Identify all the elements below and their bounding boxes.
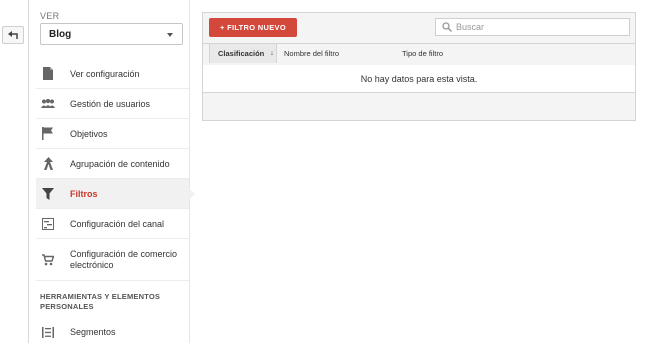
sort-arrow-icon: ↓ — [270, 50, 274, 57]
filter-icon — [41, 187, 55, 201]
back-arrow-icon — [7, 26, 19, 44]
channel-settings-icon — [41, 217, 55, 231]
nav-item-label: Objetivos — [70, 128, 108, 139]
column-header-label: Clasificación — [218, 49, 265, 58]
filters-panel: + FILTRO NUEVO Buscar Clasificación ↓ No… — [202, 12, 636, 121]
nav-item-label: Configuración de comercio electrónico — [70, 248, 178, 270]
view-selected-value: Blog — [49, 28, 72, 40]
nav-item-label: Ver configuración — [70, 68, 140, 79]
view-label: VER — [40, 11, 60, 21]
view-nav: Ver configuración Gestión de usuarios Ob… — [29, 59, 195, 281]
back-button[interactable] — [2, 26, 24, 44]
left-rail — [0, 0, 29, 343]
flag-icon — [41, 127, 55, 141]
nav-item-label: Filtros — [70, 188, 98, 199]
search-placeholder: Buscar — [456, 22, 485, 32]
column-header-label: Tipo de filtro — [402, 49, 443, 58]
chevron-down-icon — [167, 33, 173, 37]
nav-item-label: Gestión de usuarios — [70, 98, 151, 109]
nav-item-goals[interactable]: Objetivos — [36, 119, 189, 149]
users-icon — [41, 97, 55, 111]
section-heading: HERRAMIENTAS Y ELEMENTOS PERSONALES — [40, 292, 161, 311]
add-filter-button[interactable]: + FILTRO NUEVO — [209, 18, 297, 37]
column-header-filter-name[interactable]: Nombre del filtro — [284, 49, 339, 58]
segments-icon — [41, 325, 55, 339]
column-header-filter-type[interactable]: Tipo de filtro — [402, 49, 443, 58]
nav-item-ecommerce-settings[interactable]: Configuración de comercio electrónico — [36, 239, 189, 281]
cart-icon — [41, 253, 55, 267]
nav-item-content-grouping[interactable]: Agrupación de contenido — [36, 149, 189, 179]
document-icon — [41, 67, 55, 81]
column-header-label: Nombre del filtro — [284, 49, 340, 58]
empty-state-row: No hay datos para esta vista. — [203, 65, 635, 93]
column-header-ranking[interactable]: Clasificación ↓ — [209, 44, 277, 63]
nav-item-label: Configuración del canal — [70, 218, 165, 229]
empty-message: No hay datos para esta vista. — [360, 73, 478, 84]
admin-sidebar: VER Blog Ver configuración Gestión de us… — [29, 0, 195, 343]
nav-item-label: Agrupación de contenido — [70, 158, 170, 169]
nav-item-filters[interactable]: Filtros — [36, 179, 195, 209]
content-grouping-icon — [41, 157, 55, 171]
search-input[interactable]: Buscar — [435, 18, 630, 36]
view-selector[interactable]: Blog — [40, 23, 183, 45]
search-icon — [442, 22, 453, 34]
nav-item-view-settings[interactable]: Ver configuración — [36, 59, 189, 89]
nav-item-label: Segmentos — [70, 327, 116, 337]
nav-item-channel-settings[interactable]: Configuración del canal — [36, 209, 189, 239]
nav-item-user-management[interactable]: Gestión de usuarios — [36, 89, 189, 119]
